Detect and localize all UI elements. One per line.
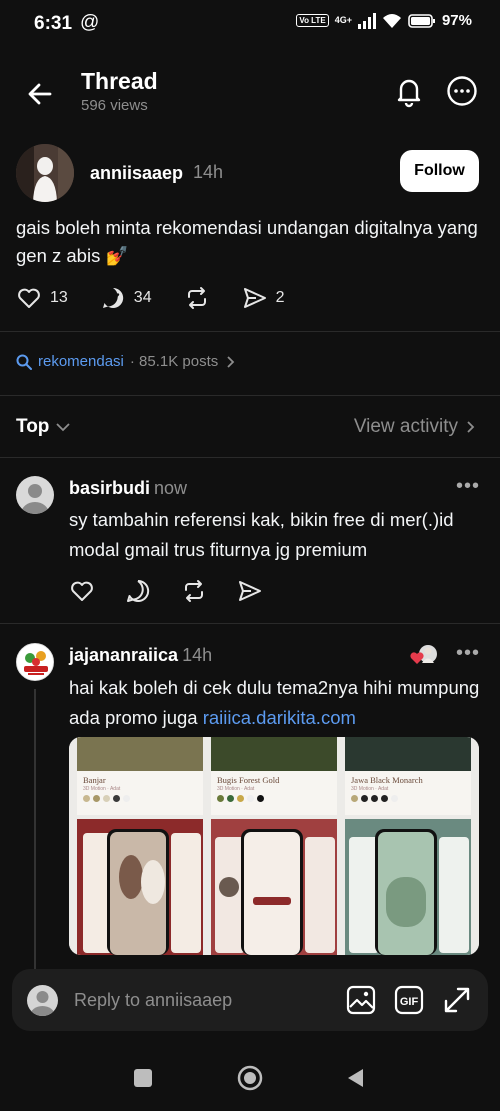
page-title: Thread (81, 68, 158, 94)
reply-username[interactable]: basirbudi now (69, 478, 187, 499)
reply-username-text: basirbudi (69, 478, 151, 498)
reply-username-text: jajananraiica (69, 645, 179, 665)
view-count: 596 views (81, 97, 148, 114)
like-button[interactable]: 13 (16, 285, 68, 311)
comment-icon[interactable] (125, 578, 151, 604)
color-swatches (351, 795, 398, 802)
battery-percent: 97% (441, 12, 472, 29)
volte-icon: Vo LTE (296, 14, 329, 27)
post-time: 14h (193, 162, 224, 182)
theme-subtitle: 3D Motion · Adat (351, 786, 389, 792)
avatar[interactable] (16, 643, 54, 681)
status-indicators: Vo LTE 4G+ 97% (296, 12, 472, 29)
avatar (27, 985, 58, 1016)
post-username[interactable]: anniisaaep (90, 163, 183, 184)
sort-dropdown[interactable]: Top (16, 416, 49, 438)
theme-title: Bugis Forest Gold (217, 775, 280, 785)
chevron-down-icon[interactable] (54, 418, 72, 436)
theme-subtitle: 3D Motion · Adat (217, 786, 255, 792)
search-icon (16, 354, 32, 370)
send-icon (243, 288, 266, 308)
recents-button[interactable] (134, 1069, 152, 1087)
reply-input[interactable] (74, 986, 334, 1014)
default-avatar-icon (21, 484, 49, 514)
follow-button[interactable]: Follow (400, 150, 479, 192)
avatar-photo (16, 144, 74, 202)
threads-notification-icon: @ (80, 12, 100, 33)
view-activity-link[interactable]: View activity (354, 416, 476, 438)
like-count: 13 (50, 289, 68, 306)
divider (0, 457, 500, 458)
more-options-icon[interactable] (445, 74, 479, 108)
home-button[interactable] (237, 1065, 263, 1091)
post-text: gais boleh minta rekomendasi undangan di… (16, 217, 478, 266)
sort-row: Top View activity (0, 406, 500, 448)
share-count: 2 (275, 289, 285, 306)
gif-icon[interactable]: GIF (394, 985, 424, 1015)
reply-actions (69, 578, 263, 604)
reply-button[interactable]: 34 (100, 285, 152, 311)
divider (0, 331, 500, 332)
theme-title: Jawa Black Monarch (351, 775, 423, 785)
reply-text: hai kak boleh di cek dulu tema2nya hihi … (69, 673, 489, 733)
image-icon[interactable] (346, 985, 376, 1015)
divider (0, 623, 500, 624)
reply-username[interactable]: jajananraiica 14h (69, 645, 212, 666)
repost-button[interactable] (184, 285, 210, 311)
reply-text: sy tambahin referensi kak, bikin free di… (69, 509, 454, 560)
heart-icon (18, 288, 40, 308)
system-nav-bar (0, 1045, 500, 1111)
system-back-button[interactable] (345, 1067, 365, 1089)
chevron-right-icon (227, 355, 235, 368)
chevron-right-icon (467, 421, 475, 433)
bell-icon[interactable] (392, 74, 426, 108)
network-type: 4G+ (334, 15, 352, 25)
share-button[interactable]: 2 (242, 285, 285, 311)
reply-composer: GIF (12, 969, 488, 1031)
status-bar: 6:31 @ Vo LTE 4G+ 97% (0, 0, 500, 50)
divider (0, 395, 500, 396)
back-arrow-icon[interactable] (22, 76, 58, 112)
heart-icon[interactable] (69, 578, 95, 604)
reply-check-icon (102, 287, 123, 308)
theme-title: Banjar (83, 775, 106, 785)
status-time: 6:31 (34, 13, 73, 34)
post-actions: 13 34 2 (16, 285, 317, 311)
media-image (69, 737, 479, 955)
avatar[interactable] (16, 144, 74, 202)
default-avatar-icon (30, 991, 55, 1016)
thread-connector-line (34, 689, 36, 969)
topic-post-count: · 85.1K posts (129, 353, 219, 370)
reply-link[interactable]: raiiica.darikita.com (203, 707, 356, 728)
battery-icon (408, 13, 435, 28)
author-liked-badge-icon (410, 645, 437, 664)
topic-name: rekomendasi (38, 353, 124, 370)
reply-count: 34 (133, 289, 152, 306)
reply-time: now (154, 478, 188, 498)
expand-icon[interactable] (442, 985, 472, 1015)
view-activity-label: View activity (353, 416, 458, 437)
reply-time: 14h (182, 645, 213, 665)
media-attachment[interactable]: Banjar 3D Motion · Adat Bugis Forest Gol… (69, 737, 479, 955)
wifi-icon (382, 13, 401, 28)
repost-icon[interactable] (181, 578, 207, 604)
topic-tag[interactable]: rekomendasi · 85.1K posts (16, 353, 236, 370)
svg-text:GIF: GIF (400, 996, 419, 1008)
color-swatches (217, 795, 264, 802)
jajanan-logo-icon (17, 644, 53, 680)
repost-icon (187, 287, 206, 309)
theme-subtitle: 3D Motion · Adat (83, 786, 121, 792)
color-swatches (83, 795, 130, 802)
send-icon[interactable] (237, 578, 263, 604)
reply-more-button[interactable]: ••• (456, 642, 480, 665)
avatar[interactable] (16, 476, 54, 514)
reply-more-button[interactable]: ••• (456, 475, 480, 498)
thread-header: Thread 596 views (0, 60, 500, 124)
signal-icon (357, 12, 376, 29)
